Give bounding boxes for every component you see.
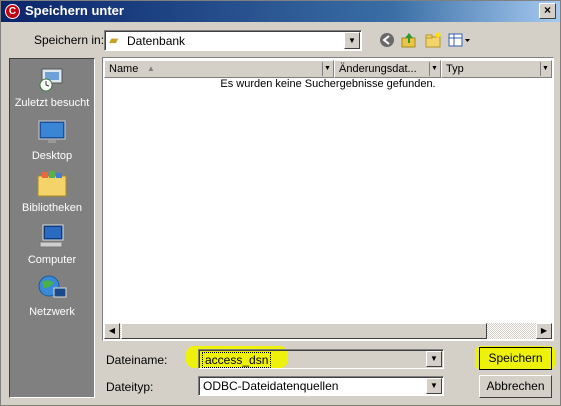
scroll-left-icon[interactable]: ◀ (104, 323, 120, 339)
column-type-label: Typ (446, 63, 464, 75)
column-modified-label: Änderungsdat... (339, 63, 417, 75)
filetype-label: Dateityp: (106, 380, 154, 394)
computer-icon (36, 222, 68, 250)
empty-message: Es wurden keine Suchergebnisse gefunden. (220, 78, 436, 90)
save-as-dialog: C Speichern unter × Speichern in: ▰ Date… (0, 0, 561, 406)
filename-value: access_dsn (202, 352, 272, 368)
column-header-modified[interactable]: Änderungsdat... ▼ (334, 60, 441, 78)
scroll-right-icon[interactable]: ▶ (536, 323, 552, 339)
place-label-network: Netzwerk (29, 306, 75, 318)
view-menu-icon[interactable] (448, 31, 472, 49)
save-in-dropdown[interactable]: ▰ Datenbank ▼ (104, 30, 362, 51)
filename-field[interactable]: access_dsn ▼ (198, 349, 444, 369)
filetype-dropdown[interactable]: ODBC-Dateidatenquellen ▼ (198, 376, 444, 396)
place-label-recent: Zuletzt besucht (14, 97, 90, 109)
place-recent[interactable]: Zuletzt besucht (10, 65, 94, 113)
back-icon[interactable] (378, 31, 396, 49)
column-header-name[interactable]: Name ▲ ▼ (104, 60, 334, 78)
horizontal-scrollbar[interactable]: ◀ ▶ (104, 323, 552, 339)
place-computer[interactable]: Computer (10, 222, 94, 270)
save-in-value: Datenbank (127, 34, 186, 48)
filetype-value: ODBC-Dateidatenquellen (203, 379, 339, 393)
app-icon: C (5, 4, 20, 19)
place-desktop[interactable]: Desktop (10, 118, 94, 166)
network-icon (36, 274, 68, 302)
place-label-computer: Computer (27, 254, 77, 266)
chevron-down-icon[interactable]: ▼ (429, 62, 439, 76)
new-folder-icon[interactable] (424, 31, 442, 49)
chevron-down-icon[interactable]: ▼ (426, 351, 442, 367)
place-label-desktop: Desktop (31, 150, 73, 162)
place-network[interactable]: Netzwerk (10, 274, 94, 322)
folder-icon: ▰ (109, 33, 119, 47)
places-bar: Zuletzt besucht Desktop Bibliotheken Com… (9, 58, 95, 398)
cancel-button[interactable]: Abbrechen (479, 375, 552, 398)
close-icon[interactable]: × (539, 3, 556, 19)
place-label-libraries: Bibliotheken (22, 202, 82, 214)
desktop-icon (36, 118, 68, 146)
up-folder-icon[interactable] (400, 31, 418, 49)
scroll-thumb[interactable] (121, 323, 487, 339)
sort-arrow-icon: ▲ (147, 64, 155, 73)
place-libraries[interactable]: Bibliotheken (10, 170, 94, 218)
dialog-title: Speichern unter (25, 3, 124, 18)
title-bar[interactable]: C Speichern unter × (1, 1, 560, 22)
chevron-down-icon[interactable]: ▼ (540, 62, 550, 76)
column-name-label: Name (109, 63, 139, 75)
column-header-type[interactable]: Typ ▼ (441, 60, 552, 78)
chevron-down-icon[interactable]: ▼ (322, 62, 332, 76)
filename-label: Dateiname: (106, 353, 168, 367)
chevron-down-icon[interactable]: ▼ (344, 32, 360, 49)
chevron-down-icon[interactable]: ▼ (426, 378, 442, 394)
libraries-icon (36, 170, 68, 198)
recent-places-icon (36, 65, 68, 93)
save-in-label: Speichern in: (34, 33, 105, 47)
file-list[interactable]: Name ▲ ▼ Änderungsdat... ▼ Typ ▼ Es wurd… (102, 57, 554, 341)
save-button[interactable]: Speichern (479, 347, 552, 370)
